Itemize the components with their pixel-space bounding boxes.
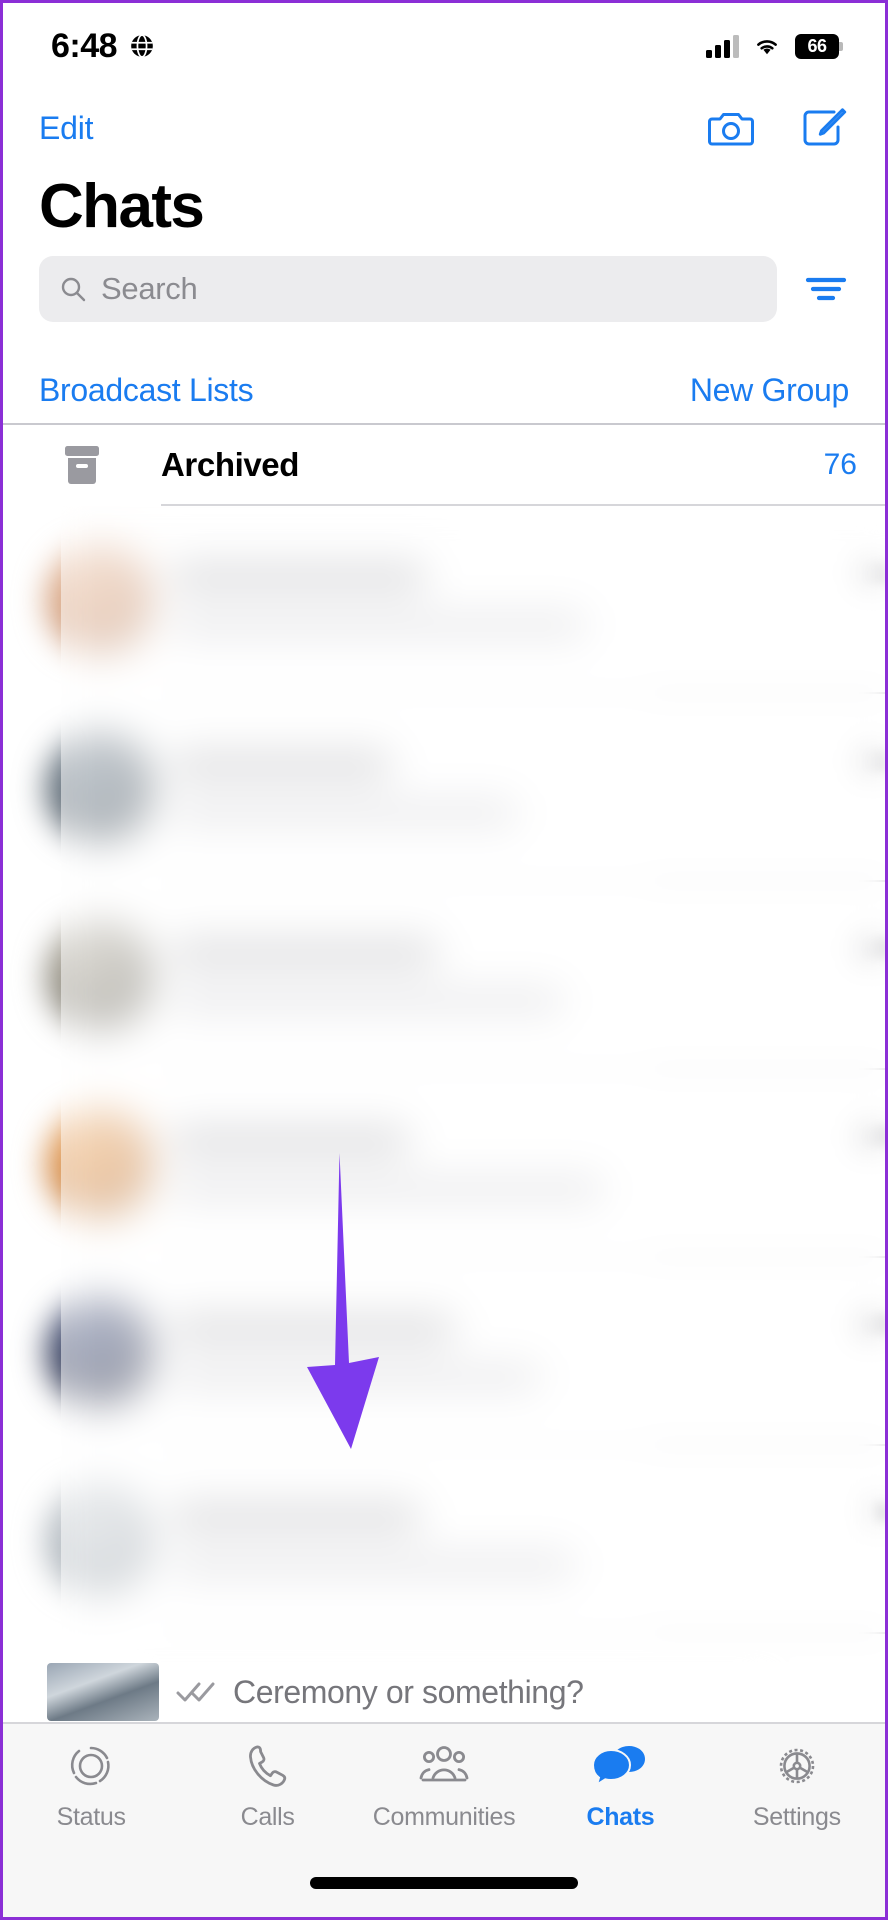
battery-indicator: 66 [795, 33, 843, 59]
double-check-icon [176, 1682, 215, 1702]
timestamp: 10:3 [856, 1120, 885, 1151]
tab-status[interactable]: Status [3, 1740, 179, 1832]
camera-icon[interactable] [708, 107, 754, 149]
filter-icon[interactable] [803, 272, 849, 306]
timestamp: 11:2 [858, 556, 885, 587]
table-row[interactable]: 10:5 [3, 882, 885, 1070]
tab-calls[interactable]: Calls [179, 1740, 355, 1832]
chat-list[interactable]: 11:2 11:1 [3, 506, 885, 1724]
chat-bubbles-icon [592, 1746, 646, 1787]
table-row[interactable]: 10:3 [3, 1070, 885, 1258]
search-icon [61, 277, 86, 302]
avatar [47, 1487, 153, 1593]
table-row[interactable]: 10:1 [3, 1258, 885, 1446]
broadcast-lists-button[interactable]: Broadcast Lists [39, 372, 254, 409]
avatar [47, 1299, 153, 1405]
avatar [47, 1111, 153, 1217]
search-input[interactable]: Search [39, 256, 777, 322]
battery-percent: 66 [807, 35, 827, 56]
edit-button[interactable]: Edit [39, 110, 94, 147]
tab-communities[interactable]: Communities [356, 1740, 532, 1832]
status-time: 6:48 [51, 26, 118, 65]
page-title: Chats [39, 172, 205, 241]
gear-icon [779, 1748, 815, 1784]
timestamp: 10:5 [856, 932, 885, 963]
avatar [47, 1663, 159, 1721]
avatar [47, 547, 153, 653]
wifi-icon [757, 40, 777, 55]
table-row[interactable]: 9:4 [3, 1446, 885, 1634]
tab-label: Settings [752, 1803, 841, 1831]
search-row: Search [3, 256, 885, 322]
search-placeholder: Search [101, 271, 198, 306]
communities-icon [419, 1746, 469, 1782]
tab-settings[interactable]: Settings [709, 1740, 885, 1832]
nav-bar: Edit [3, 89, 885, 167]
quick-links-row: Broadcast Lists New Group [3, 361, 885, 419]
compose-icon[interactable] [801, 107, 847, 149]
timestamp: 10:1 [856, 1308, 885, 1339]
home-indicator [310, 1877, 578, 1889]
table-row[interactable]: 11:1 [3, 694, 885, 882]
tab-label: Communities [372, 1803, 516, 1831]
tab-label: Chats [586, 1803, 655, 1831]
location-globe-icon [131, 34, 153, 58]
tab-label: Calls [240, 1803, 295, 1831]
message-preview: Ceremony or something? [233, 1673, 584, 1710]
phone-icon [248, 1745, 286, 1787]
timestamp: 9:4 [870, 1496, 885, 1527]
avatar [47, 923, 153, 1029]
nav-actions [708, 107, 847, 149]
archived-row[interactable]: Archived 76 [3, 426, 885, 504]
archived-count: 76 [823, 448, 857, 481]
header-divider [3, 423, 885, 425]
status-bar: 6:48 66 [3, 3, 885, 89]
cellular-signal-icon [706, 34, 739, 58]
phone-screen: 6:48 66 Edit Chats Search Broadcast List… [0, 0, 888, 1920]
archive-box-icon [65, 446, 99, 484]
status-ring-icon [71, 1746, 110, 1786]
timestamp: 11:1 [858, 744, 885, 775]
new-group-button[interactable]: New Group [690, 372, 849, 409]
avatar [47, 735, 153, 841]
status-bar-right: 66 [706, 33, 843, 59]
table-row[interactable]: 11:2 [3, 506, 885, 694]
tab-chats[interactable]: Chats [532, 1740, 708, 1832]
list-item[interactable]: Ceremony or something? [3, 1662, 885, 1724]
archived-label: Archived [161, 446, 300, 483]
tab-label: Status [56, 1803, 126, 1831]
status-bar-left: 6:48 [51, 27, 155, 66]
